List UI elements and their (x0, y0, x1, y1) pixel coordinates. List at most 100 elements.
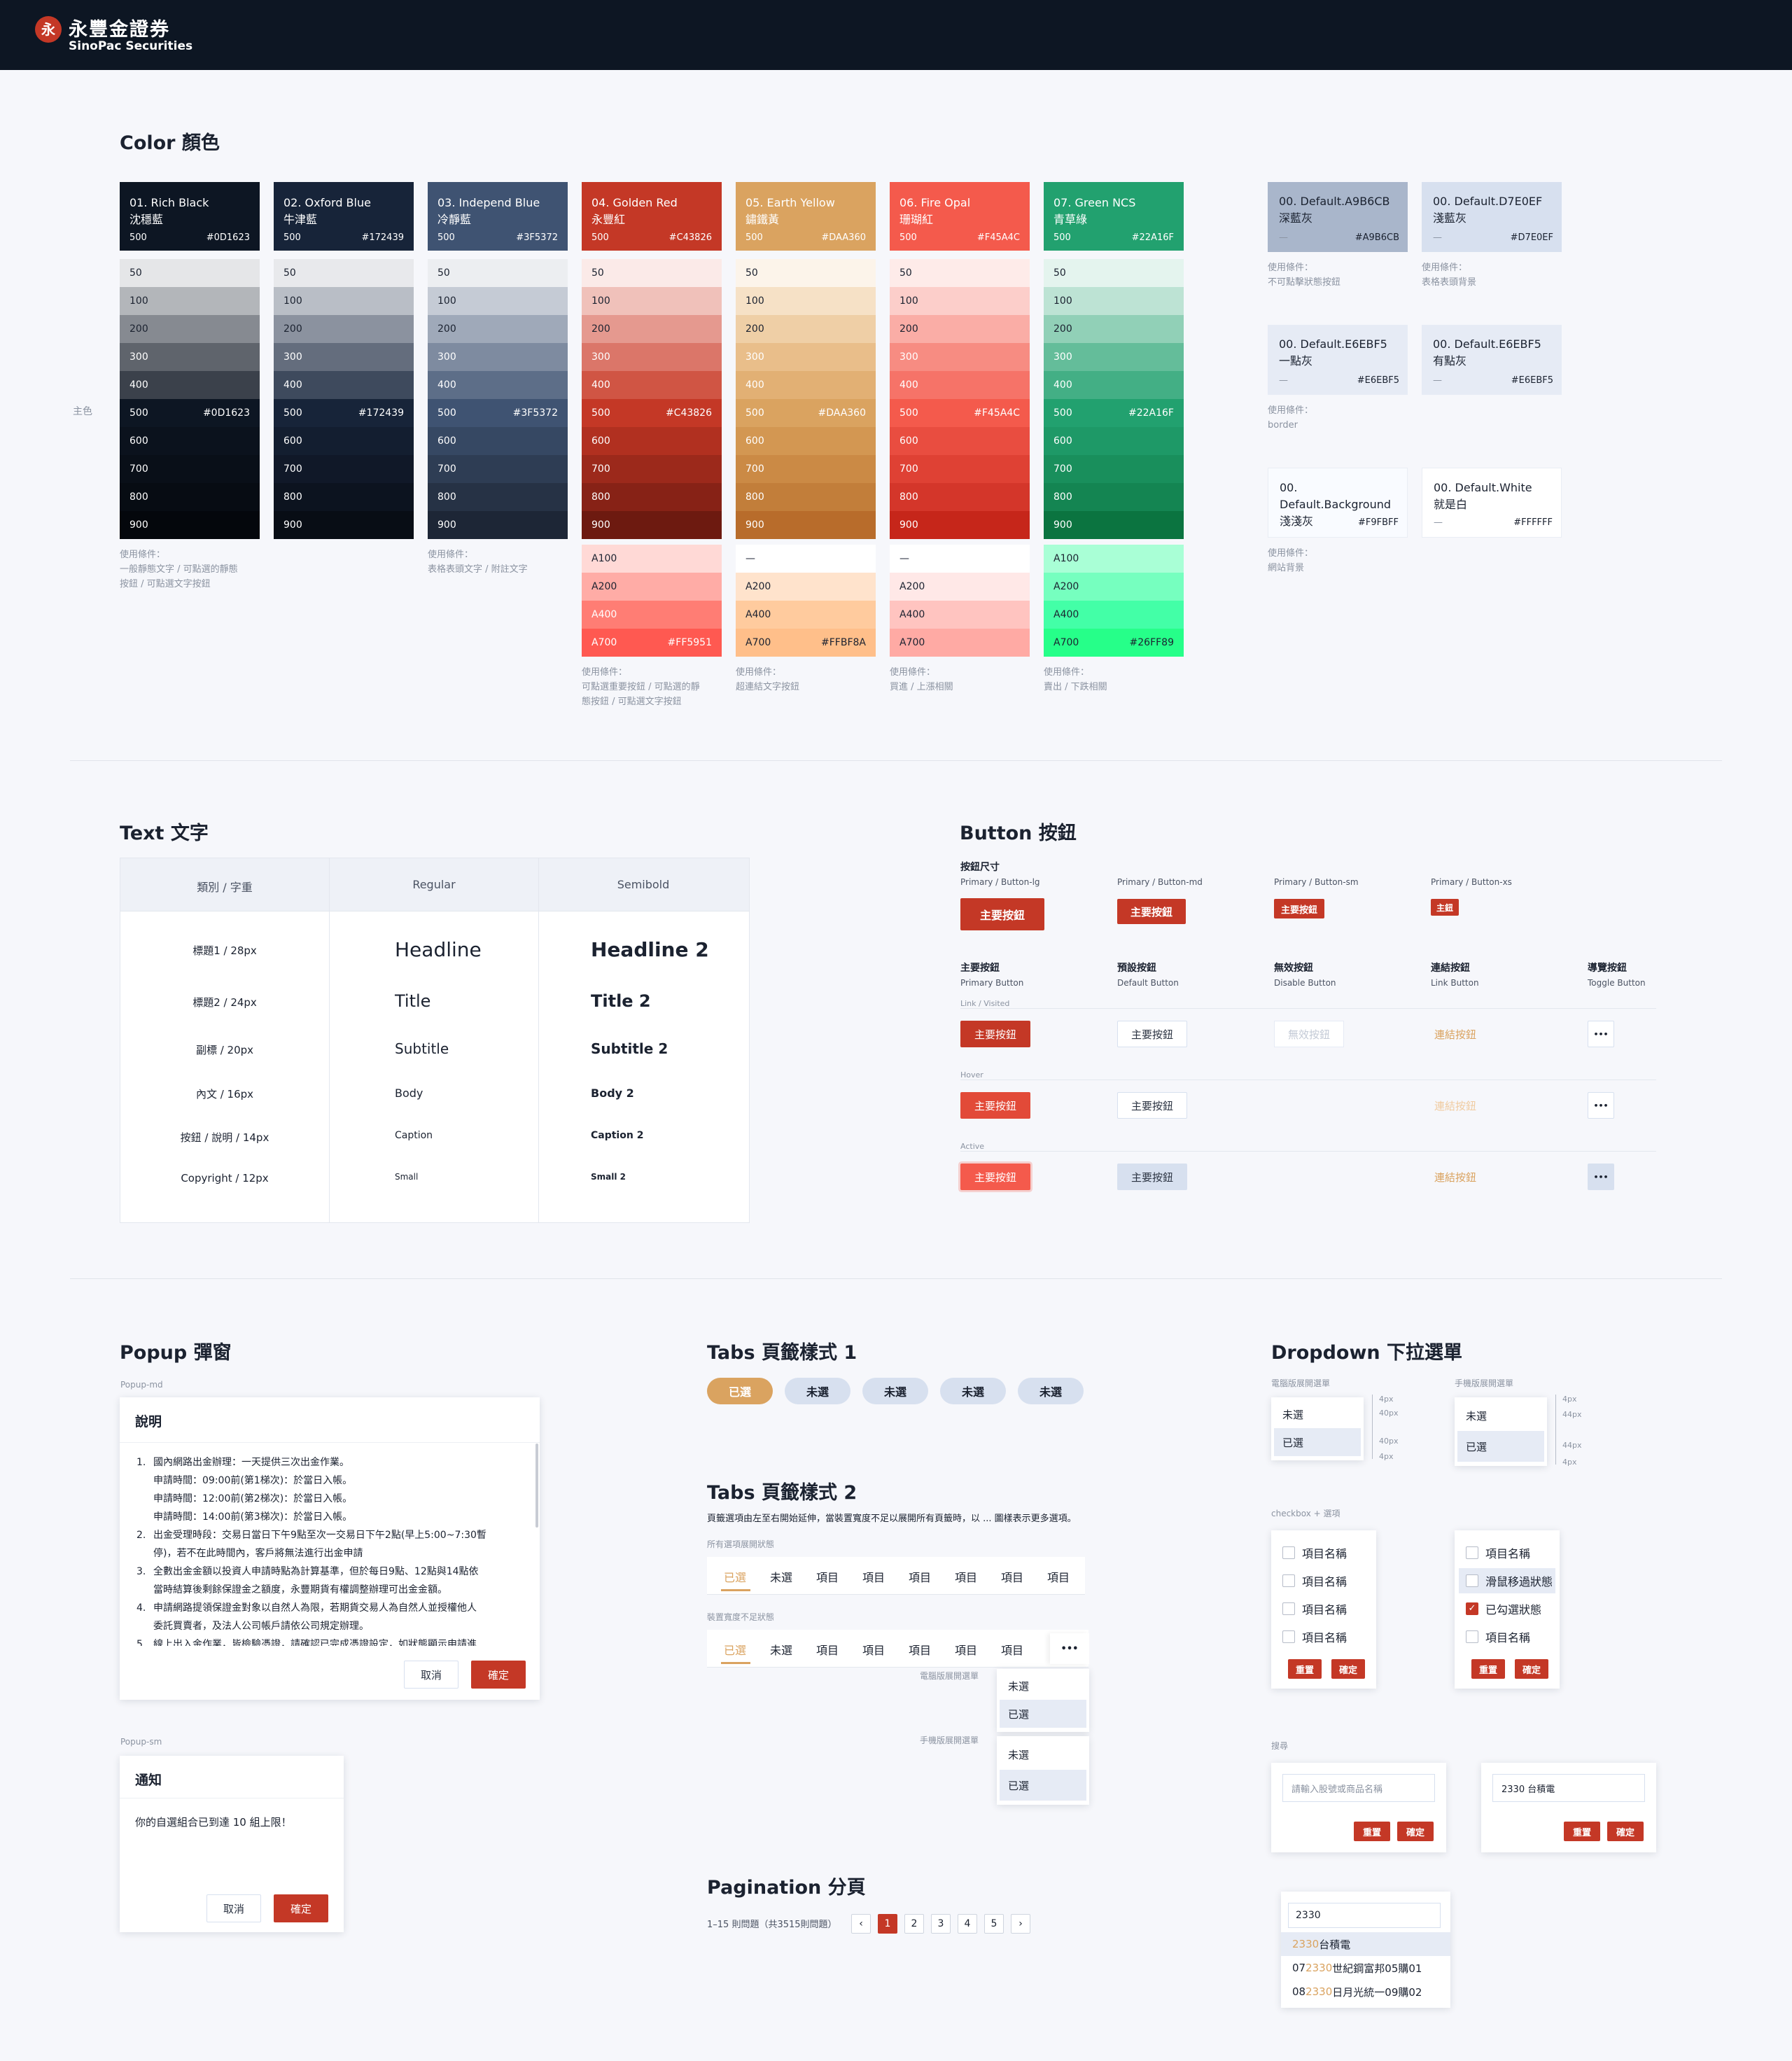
shade-swatch[interactable]: 700 (274, 455, 414, 483)
search-input[interactable]: 請輸入股號或商品名稱 (1282, 1774, 1435, 1802)
checkbox-icon[interactable]: ✓ (1466, 1602, 1478, 1615)
shade-swatch[interactable]: 600 (1044, 427, 1184, 455)
cancel-button[interactable]: 取消 (404, 1661, 458, 1689)
accent-swatch[interactable]: A100 (582, 545, 722, 573)
shade-swatch[interactable]: 700 (1044, 455, 1184, 483)
checkbox-icon[interactable] (1282, 1630, 1295, 1643)
checkbox-item[interactable]: 項目名稱 (1275, 1624, 1372, 1649)
default-color-card[interactable]: 00. Default.A9B6CB 深藍灰 — #A9B6CB (1268, 182, 1408, 252)
accent-swatch[interactable]: A400 (1044, 601, 1184, 629)
shade-swatch[interactable]: 700 (582, 455, 722, 483)
accent-swatch[interactable]: A400 (736, 601, 876, 629)
autocomplete-option[interactable]: 07 2330 世紀鋼富邦05購01 (1281, 1956, 1450, 1980)
pill-tab[interactable]: 未選 (1018, 1378, 1084, 1404)
accent-swatch[interactable]: A200 (736, 573, 876, 601)
tab[interactable]: 未選 (770, 1641, 792, 1658)
page-number[interactable]: 4 (958, 1914, 977, 1934)
accent-swatch[interactable]: A700 (890, 629, 1030, 657)
default-button[interactable]: 主要按鈕 (1117, 1164, 1187, 1190)
shade-swatch[interactable]: 800 (428, 483, 568, 511)
shade-swatch[interactable]: 300 (890, 343, 1030, 371)
primary-button-xs[interactable]: 主鈕 (1431, 899, 1459, 916)
tab[interactable]: 項目 (1001, 1568, 1023, 1585)
checkbox-item[interactable]: 項目名稱 (1275, 1568, 1372, 1593)
shade-swatch[interactable]: 400 (274, 371, 414, 399)
shade-swatch[interactable]: 200 (428, 315, 568, 343)
default-button[interactable]: 主要按鈕 (1117, 1021, 1187, 1047)
shade-swatch[interactable]: 800 (736, 483, 876, 511)
shade-swatch[interactable]: 500 #0D1623 (120, 399, 260, 427)
primary-button-sm[interactable]: 主要按鈕 (1274, 899, 1324, 918)
shade-swatch[interactable]: 900 (120, 511, 260, 539)
palette-header[interactable]: 03. Independ Blue 冷靜藍 500 #3F5372 (428, 182, 568, 251)
shade-swatch[interactable]: 300 (582, 343, 722, 371)
link-button[interactable]: 連結按鈕 (1431, 1021, 1480, 1047)
confirm-button[interactable]: 確定 (1331, 1659, 1365, 1679)
shade-swatch[interactable]: 400 (428, 371, 568, 399)
reset-button[interactable]: 重置 (1288, 1659, 1322, 1679)
shade-swatch[interactable]: 600 (582, 427, 722, 455)
tab[interactable]: 項目 (1047, 1568, 1070, 1585)
shade-swatch[interactable]: 600 (736, 427, 876, 455)
reset-button[interactable]: 重置 (1471, 1659, 1505, 1679)
tab[interactable]: 項目 (909, 1641, 931, 1658)
primary-button[interactable]: 主要按鈕 (960, 1164, 1030, 1190)
shade-swatch[interactable]: 700 (120, 455, 260, 483)
palette-header[interactable]: 06. Fire Opal 珊瑚紅 500 #F45A4C (890, 182, 1030, 251)
shade-swatch[interactable]: 500 #C43826 (582, 399, 722, 427)
page-number[interactable]: 2 (904, 1914, 924, 1934)
checkbox-item[interactable]: 項目名稱 (1275, 1596, 1372, 1621)
shade-swatch[interactable]: 800 (1044, 483, 1184, 511)
accent-swatch[interactable]: — (736, 545, 876, 573)
autocomplete-option[interactable]: 2330 台積電 (1281, 1932, 1450, 1956)
shade-swatch[interactable]: 900 (274, 511, 414, 539)
shade-swatch[interactable]: 100 (1044, 287, 1184, 315)
confirm-button[interactable]: 確定 (1607, 1822, 1644, 1841)
tab[interactable]: 項目 (955, 1568, 977, 1585)
palette-header[interactable]: 02. Oxford Blue 牛津藍 500 #172439 (274, 182, 414, 251)
shade-swatch[interactable]: 300 (736, 343, 876, 371)
default-color-card[interactable]: 00. Default.White 就是白 — #FFFFFF (1422, 468, 1562, 538)
shade-swatch[interactable]: 800 (274, 483, 414, 511)
search-input[interactable]: 2330 台積電 (1492, 1774, 1645, 1802)
shade-swatch[interactable]: 100 (428, 287, 568, 315)
shade-swatch[interactable]: 400 (1044, 371, 1184, 399)
tab[interactable]: 項目 (909, 1568, 931, 1585)
pill-tab-selected[interactable]: 已選 (707, 1378, 773, 1404)
shade-swatch[interactable]: 700 (428, 455, 568, 483)
checkbox-icon[interactable] (1466, 1630, 1478, 1643)
shade-swatch[interactable]: 200 (120, 315, 260, 343)
shade-swatch[interactable]: 600 (120, 427, 260, 455)
pill-tab[interactable]: 未選 (940, 1378, 1006, 1404)
shade-swatch[interactable]: 50 (274, 259, 414, 287)
menu-item[interactable]: 未選 (1457, 1400, 1544, 1431)
accent-swatch[interactable]: A200 (1044, 573, 1184, 601)
default-color-card[interactable]: 00. Default.D7E0EF 淺藍灰 — #D7E0EF (1422, 182, 1562, 252)
primary-button[interactable]: 主要按鈕 (960, 1092, 1030, 1119)
checkbox-icon[interactable] (1282, 1574, 1295, 1587)
shade-swatch[interactable]: 100 (582, 287, 722, 315)
checkbox-icon[interactable] (1466, 1546, 1478, 1559)
shade-swatch[interactable]: 400 (736, 371, 876, 399)
confirm-button[interactable]: 確定 (1515, 1659, 1548, 1679)
shade-swatch[interactable]: 700 (890, 455, 1030, 483)
menu-item-selected[interactable]: 已選 (1274, 1428, 1361, 1456)
shade-swatch[interactable]: 100 (890, 287, 1030, 315)
shade-swatch[interactable]: 50 (890, 259, 1030, 287)
shade-swatch[interactable]: 800 (120, 483, 260, 511)
toggle-button[interactable]: ••• (1588, 1164, 1614, 1190)
toggle-button[interactable]: ••• (1588, 1021, 1614, 1047)
autocomplete-option[interactable]: 08 2330 日月光統一09購02 (1281, 1980, 1450, 2004)
page-number[interactable]: 3 (931, 1914, 951, 1934)
tab[interactable]: 項目 (816, 1641, 839, 1658)
shade-swatch[interactable]: 700 (736, 455, 876, 483)
tab-selected[interactable]: 已選 (724, 1568, 746, 1585)
checkbox-icon[interactable] (1282, 1602, 1295, 1615)
shade-swatch[interactable]: 300 (274, 343, 414, 371)
shade-swatch[interactable]: 400 (582, 371, 722, 399)
pill-tab[interactable]: 未選 (862, 1378, 928, 1404)
confirm-button[interactable]: 確定 (471, 1661, 526, 1689)
shade-swatch[interactable]: 500 #172439 (274, 399, 414, 427)
tab[interactable]: 項目 (816, 1568, 839, 1585)
primary-button-md[interactable]: 主要按鈕 (1117, 899, 1186, 924)
